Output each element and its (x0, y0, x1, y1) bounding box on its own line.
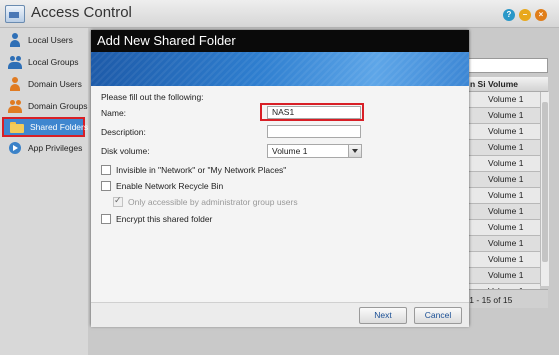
encrypt-option[interactable]: Encrypt this shared folder (101, 214, 212, 224)
cancel-button[interactable]: Cancel (414, 307, 462, 324)
admin-only-checkbox (113, 195, 123, 207)
help-button[interactable]: ? (503, 9, 515, 21)
chevron-down-icon[interactable] (348, 145, 361, 157)
disk-volume-value: Volume 1 (272, 146, 308, 156)
admin-only-option: Only accessible by administrator group u… (113, 195, 298, 207)
disk-volume-label: Disk volume: (101, 146, 150, 156)
name-field[interactable]: NAS1 (267, 106, 361, 119)
name-label: Name: (101, 108, 127, 118)
sidebar-item-label: Domain Users (28, 79, 82, 89)
sidebar-item-label: Local Groups (28, 57, 79, 67)
admin-only-option-label: Only accessible by administrator group u… (128, 197, 298, 207)
dialog-title: Add New Shared Folder (91, 30, 469, 52)
title-bar: Access Control ? – × (0, 0, 559, 28)
recycle-bin-option-label: Enable Network Recycle Bin (116, 181, 224, 191)
sidebar-item-domain-groups[interactable]: Domain Groups (2, 96, 88, 116)
invisible-option[interactable]: Invisible in "Network" or "My Network Pl… (101, 165, 286, 175)
next-button[interactable]: Next (359, 307, 407, 324)
dialog-footer (91, 302, 469, 327)
domain-user-icon (8, 77, 22, 91)
access-control-icon (5, 5, 25, 23)
domain-group-icon (8, 99, 22, 113)
sidebar-item-label: Domain Groups (28, 101, 88, 111)
description-label: Description: (101, 127, 146, 137)
disk-volume-select[interactable]: Volume 1 (267, 144, 362, 158)
form-instructions: Please fill out the following: (101, 92, 204, 102)
group-icon (8, 55, 22, 69)
description-field[interactable] (267, 125, 361, 138)
recycle-bin-option[interactable]: Enable Network Recycle Bin (101, 181, 223, 191)
sidebar-item-local-groups[interactable]: Local Groups (2, 52, 85, 72)
sidebar-item-label: Local Users (28, 35, 73, 45)
app-privileges-icon (8, 141, 22, 155)
sidebar-item-label: App Privileges (28, 143, 83, 153)
sidebar-item-label: Shared Folders (30, 122, 89, 132)
sidebar-item-shared-folders[interactable]: Shared Folders (2, 117, 89, 137)
sidebar-item-local-users[interactable]: Local Users (2, 30, 85, 50)
invisible-checkbox[interactable] (101, 165, 111, 175)
sidebar-item-domain-users[interactable]: Domain Users (2, 74, 85, 94)
dialog-banner (91, 52, 469, 86)
invisible-option-label: Invisible in "Network" or "My Network Pl… (116, 165, 287, 175)
sidebar-item-app-privileges[interactable]: App Privileges (2, 138, 85, 158)
minimize-button[interactable]: – (519, 9, 531, 21)
encrypt-checkbox[interactable] (101, 214, 111, 224)
close-button[interactable]: × (535, 9, 547, 21)
user-icon (8, 33, 22, 47)
add-shared-folder-dialog: Add New Shared Folder Please fill out th… (91, 30, 469, 327)
folder-icon (10, 120, 24, 134)
encrypt-option-label: Encrypt this shared folder (116, 214, 213, 224)
scrollbar-thumb[interactable] (542, 102, 548, 262)
sidebar: Local Users Local Groups Domain Users Do… (0, 28, 88, 355)
table-scrollbar[interactable] (540, 92, 549, 286)
recycle-bin-checkbox[interactable] (101, 181, 111, 191)
app-title: Access Control (31, 4, 132, 21)
